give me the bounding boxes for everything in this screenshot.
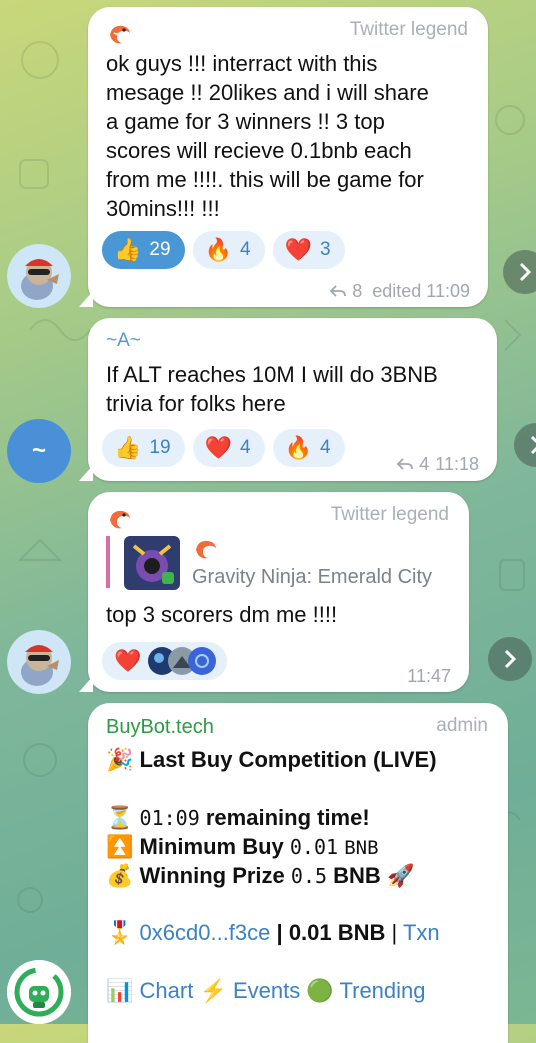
prize-label: Winning Prize — [139, 863, 285, 888]
headline-line: 🎉 Last Buy Competition (LIVE) — [106, 747, 437, 773]
thumbs-up-icon: 👍 — [114, 435, 142, 460]
admin-tag: admin — [436, 715, 488, 736]
avatar-twitter-legend[interactable] — [7, 630, 71, 694]
green-circle-icon: 🟢 — [306, 978, 334, 1003]
leader-address-link[interactable]: 0x6cd0...f3ce — [140, 920, 271, 945]
headline-text: Last Buy Competition (LIVE) — [139, 747, 437, 772]
events-link[interactable]: Events — [233, 978, 300, 1003]
message-text: top 3 scorers dm me !!!! — [106, 602, 338, 627]
heart-icon: ❤️ — [114, 648, 142, 673]
reply-count: 8 — [352, 281, 363, 301]
links-line: 📊 Chart ⚡ Events 🟢 Trending — [106, 978, 426, 1004]
reactions-row: 👍 29 🔥 4 ❤️ 3 — [102, 231, 345, 269]
chevron-right-icon — [519, 262, 532, 282]
reaction-count: 4 — [239, 437, 251, 458]
chevron-right-icon — [530, 435, 536, 455]
reaction-count: 3 — [319, 239, 331, 260]
heart-icon: ❤️ — [284, 237, 312, 262]
message-bubble-1[interactable]: Twitter legend ok guys !!! interract wit… — [79, 7, 488, 307]
timer-line: ⏳ 01:09 remaining time! — [106, 805, 370, 831]
shrimp-emoji-icon — [110, 25, 130, 44]
scroll-arrow-button[interactable] — [503, 250, 536, 294]
reaction-heart[interactable]: ❤️ — [102, 642, 228, 680]
timer-label: remaining time! — [205, 805, 370, 830]
sender-tag: Twitter legend — [330, 504, 449, 525]
shrimp-emoji-icon — [110, 510, 130, 529]
reaction-count: 29 — [149, 239, 171, 260]
party-popper-icon: 🎉 — [106, 747, 134, 772]
game-thumbnail — [124, 536, 180, 590]
reactions-row: ❤️ — [102, 642, 228, 680]
separator: | — [391, 920, 398, 945]
reaction-fire[interactable]: 🔥 4 — [192, 231, 265, 269]
reaction-heart[interactable]: ❤️ 4 — [192, 429, 265, 467]
trending-link[interactable]: Trending — [340, 978, 426, 1003]
timer-value: 01:09 — [139, 806, 200, 830]
leader-amount: 0.01 BNB — [288, 920, 386, 945]
avatar-image — [7, 244, 71, 308]
avatar-letter: ~ — [31, 437, 46, 464]
min-buy-label: Minimum Buy — [139, 834, 284, 859]
message-text: ok guys !!! interract with this mesage !… — [106, 51, 429, 221]
leader-line: 🎖️ 0x6cd0...f3ce | 0.01 BNB | Txn — [106, 920, 440, 946]
sender-tag: Twitter legend — [349, 19, 468, 40]
reaction-fire[interactable]: 🔥 4 — [272, 429, 345, 467]
txn-link[interactable]: Txn — [403, 920, 440, 945]
message-time: 11:47 — [407, 666, 451, 686]
medal-icon: 🎖️ — [106, 920, 134, 945]
message-bubble-3[interactable]: Twitter legend Gravity Ninja: Emerald Ci… — [79, 492, 469, 692]
prize-unit: BNB — [333, 863, 381, 888]
reaction-heart[interactable]: ❤️ 3 — [272, 231, 345, 269]
min-buy-value: 0.01 — [289, 835, 339, 859]
message-text: If ALT reaches 10M I will do 3BNB trivia… — [106, 362, 438, 416]
heart-icon: ❤️ — [204, 435, 232, 460]
reaction-thumbs-up[interactable]: 👍 19 — [102, 429, 185, 467]
message-bubble-4[interactable]: BuyBot.tech admin 🎉 Last Buy Competition… — [88, 703, 508, 1043]
reply-count: 4 — [419, 454, 430, 474]
reply-icon — [397, 457, 414, 470]
avatar-buybot[interactable] — [7, 960, 71, 1024]
shrimp-emoji-icon — [196, 540, 216, 559]
reaction-count: 4 — [239, 239, 251, 260]
message-bubble-2[interactable]: ~A~ If ALT reaches 10M I will do 3BNB tr… — [79, 318, 497, 481]
reactor-avatar — [188, 647, 217, 675]
message-time: edited 11:09 — [372, 281, 470, 301]
message-meta: 4 11:18 — [397, 454, 479, 475]
hourglass-icon: ⏳ — [106, 805, 134, 830]
message-time: 11:18 — [435, 454, 479, 474]
scroll-arrow-button[interactable] — [488, 637, 532, 681]
fire-icon: 🔥 — [284, 435, 312, 460]
message-meta: 8 edited 11:09 — [330, 281, 470, 302]
avatar-twitter-legend[interactable] — [7, 244, 71, 308]
reactor-avatars — [147, 646, 217, 676]
game-preview[interactable]: Gravity Ninja: Emerald City — [106, 536, 451, 590]
prize-value: 0.5 — [290, 864, 328, 888]
reaction-thumbs-up[interactable]: 👍 29 — [102, 231, 185, 269]
min-buy-line: ⏫ Minimum Buy 0.01 BNB — [106, 834, 379, 860]
message-meta: 11:47 — [407, 666, 451, 687]
avatar-image — [7, 960, 71, 1024]
chart-link[interactable]: Chart — [140, 978, 194, 1003]
double-up-icon: ⏫ — [106, 834, 134, 859]
avatar-a[interactable]: ~ — [7, 419, 71, 483]
thumbs-up-icon: 👍 — [114, 237, 142, 262]
chart-icon: 📊 — [106, 978, 134, 1003]
money-bag-icon: 💰 — [106, 863, 134, 888]
reaction-count: 19 — [149, 437, 171, 458]
reactions-row: 👍 19 ❤️ 4 🔥 4 — [102, 429, 345, 467]
separator: | — [276, 920, 283, 945]
min-buy-unit: BNB — [344, 837, 379, 859]
sender-name: BuyBot.tech — [106, 716, 214, 738]
rocket-icon: 🚀 — [386, 863, 415, 888]
fire-icon: 🔥 — [204, 237, 232, 262]
sender-name: ~A~ — [106, 330, 141, 351]
scroll-arrow-button[interactable] — [514, 423, 536, 467]
reply-icon — [330, 284, 347, 297]
reaction-count: 4 — [319, 437, 331, 458]
lightning-icon: ⚡ — [199, 978, 227, 1003]
avatar-image — [7, 630, 71, 694]
game-title: Gravity Ninja: Emerald City — [192, 566, 433, 588]
prize-line: 💰 Winning Prize 0.5 BNB 🚀 — [106, 863, 414, 889]
chevron-right-icon — [504, 649, 517, 669]
